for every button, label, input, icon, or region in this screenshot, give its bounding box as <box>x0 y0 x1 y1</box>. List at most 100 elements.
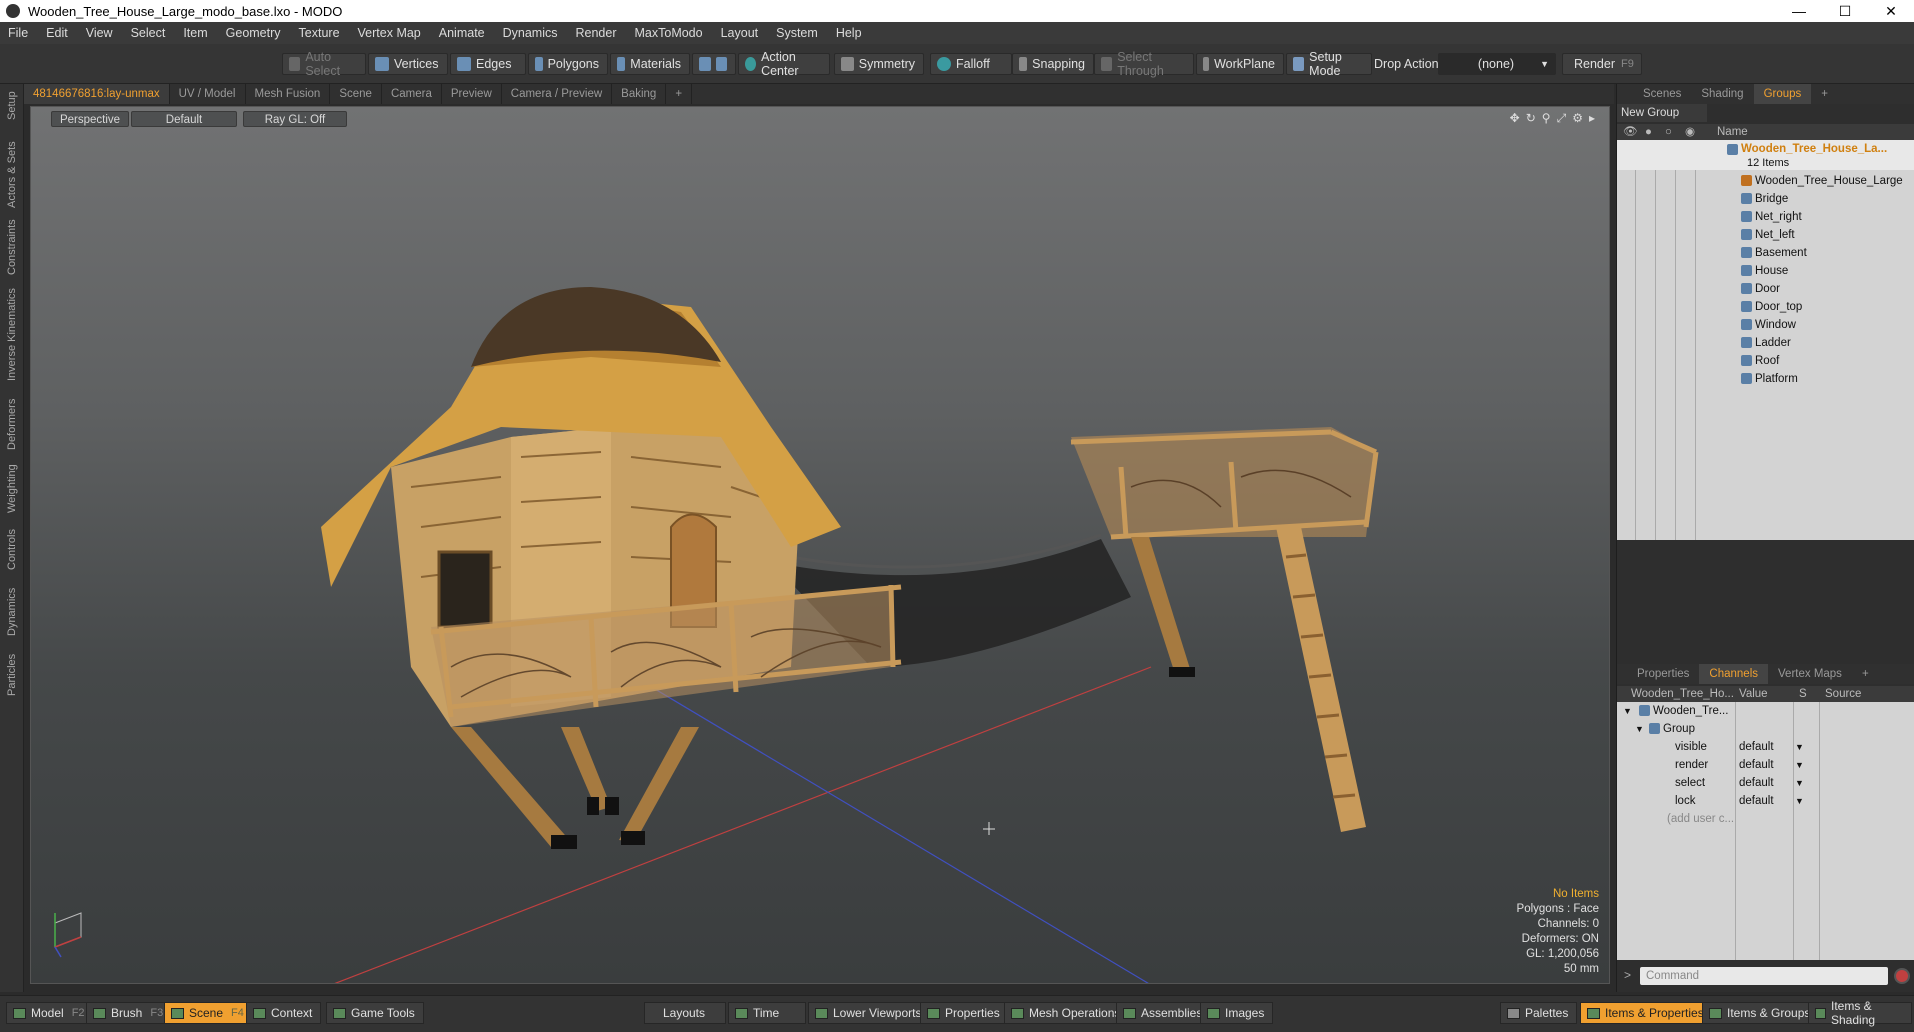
tree-item[interactable]: Bridge <box>1617 190 1914 208</box>
menu-texture[interactable]: Texture <box>299 26 340 40</box>
game-tools-button[interactable]: Game Tools <box>326 1002 424 1024</box>
scene-button[interactable]: Scene F4 <box>164 1002 253 1024</box>
tree-item[interactable]: Wooden_Tree_House_Large <box>1617 172 1914 190</box>
channel-row[interactable]: render default ▼ <box>1617 756 1914 774</box>
tab-scene[interactable]: Scene <box>330 84 382 104</box>
menu-system[interactable]: System <box>776 26 818 40</box>
tree-item[interactable]: Net_right <box>1617 208 1914 226</box>
model-button[interactable]: Model F2 <box>6 1002 94 1024</box>
menu-dynamics[interactable]: Dynamics <box>503 26 558 40</box>
symmetry-button[interactable]: Symmetry <box>834 53 924 75</box>
add-prop-tab[interactable]: + <box>1852 664 1879 684</box>
tab-actors-sets[interactable]: Actors & Sets <box>2 140 22 210</box>
menu-maxtomodo[interactable]: MaxToModo <box>635 26 703 40</box>
mesh-operations-button[interactable]: Mesh Operations <box>1004 1002 1130 1024</box>
chevron-down-icon[interactable]: ▼ <box>1795 792 1804 810</box>
assemblies-button[interactable]: Assemblies <box>1116 1002 1212 1024</box>
menu-render[interactable]: Render <box>576 26 617 40</box>
tab-baking[interactable]: Baking <box>612 84 667 104</box>
tab-dynamics[interactable]: Dynamics <box>2 582 22 642</box>
tree-item[interactable]: Door <box>1617 280 1914 298</box>
tab-properties[interactable]: Properties <box>1627 664 1699 684</box>
tab-inverse-kinematics[interactable]: Inverse Kinematics <box>2 282 22 388</box>
tab-controls[interactable]: Controls <box>2 522 22 578</box>
items-shading-button[interactable]: Items & Shading <box>1808 999 1912 1027</box>
channel-row[interactable]: lock default ▼ <box>1617 792 1914 810</box>
channel-group-row[interactable]: ▼ Group <box>1617 720 1914 738</box>
chevron-down-icon[interactable]: ▼ <box>1795 738 1804 756</box>
tab-mesh-fusion[interactable]: Mesh Fusion <box>246 84 331 104</box>
palettes-button[interactable]: Palettes <box>1500 1002 1578 1024</box>
setup-mode-button[interactable]: Setup Mode <box>1286 50 1372 78</box>
close-button[interactable]: ✕ <box>1868 3 1914 20</box>
context-button[interactable]: Context <box>246 1002 322 1024</box>
tab-weighting[interactable]: Weighting <box>2 458 22 520</box>
vertices-button[interactable]: Vertices <box>368 53 448 75</box>
images-button[interactable]: Images <box>1200 1002 1274 1024</box>
falloff-button[interactable]: Falloff <box>930 53 1012 75</box>
items-properties-button[interactable]: Items & Properties <box>1580 1002 1713 1024</box>
tab-camera-preview[interactable]: Camera / Preview <box>502 84 613 104</box>
menu-animate[interactable]: Animate <box>439 26 485 40</box>
lower-viewports-button[interactable]: Lower Viewports <box>808 1002 931 1024</box>
render-button[interactable]: Render F9 <box>1562 53 1642 75</box>
channel-row[interactable]: visible default ▼ <box>1617 738 1914 756</box>
tab-particles[interactable]: Particles <box>2 646 22 704</box>
snapping-button[interactable]: Snapping <box>1012 53 1094 75</box>
maximize-button[interactable]: ☐ <box>1822 3 1868 20</box>
tab-uv-model[interactable]: UV / Model <box>170 84 246 104</box>
tab-shading[interactable]: Shading <box>1691 84 1753 104</box>
layouts-button[interactable]: Layouts <box>644 1002 726 1024</box>
tree-item[interactable]: House <box>1617 262 1914 280</box>
minimize-button[interactable]: — <box>1776 3 1822 20</box>
tab-camera[interactable]: Camera <box>382 84 442 104</box>
new-group-button[interactable]: New Group <box>1617 104 1707 122</box>
menu-layout[interactable]: Layout <box>721 26 759 40</box>
group-root[interactable]: Wooden_Tree_House_La... 12 Items <box>1617 140 1914 170</box>
element-mode-button[interactable] <box>692 53 736 75</box>
tree-item[interactable]: Door_top <box>1617 298 1914 316</box>
polygons-button[interactable]: Polygons <box>528 53 608 75</box>
tab-scenes[interactable]: Scenes <box>1633 84 1691 104</box>
tree-item[interactable]: Net_left <box>1617 226 1914 244</box>
channel-item-row[interactable]: ▼ Wooden_Tre... <box>1617 702 1914 720</box>
time-button[interactable]: Time <box>728 1002 806 1024</box>
edges-button[interactable]: Edges <box>450 53 526 75</box>
tree-item[interactable]: Roof <box>1617 352 1914 370</box>
tree-item[interactable]: Window <box>1617 316 1914 334</box>
action-center-button[interactable]: Action Center <box>738 50 830 78</box>
tab-deformers[interactable]: Deformers <box>2 394 22 454</box>
channel-row[interactable]: select default ▼ <box>1617 774 1914 792</box>
tab-preview[interactable]: Preview <box>442 84 502 104</box>
menu-edit[interactable]: Edit <box>46 26 68 40</box>
menu-geometry[interactable]: Geometry <box>226 26 281 40</box>
tree-item[interactable]: Basement <box>1617 244 1914 262</box>
materials-button[interactable]: Materials <box>610 53 690 75</box>
tab-vertex-maps[interactable]: Vertex Maps <box>1768 664 1852 684</box>
drop-action-select[interactable]: (none) ▼ <box>1438 53 1556 75</box>
tab-constraints[interactable]: Constraints <box>2 214 22 280</box>
add-scene-tab[interactable]: + <box>1811 84 1838 104</box>
tab-lay-unmax[interactable]: 48146676816:lay-unmax <box>24 84 170 104</box>
add-user-channel[interactable]: (add user c... <box>1617 810 1914 828</box>
chevron-down-icon[interactable]: ▼ <box>1795 756 1804 774</box>
workplane-button[interactable]: WorkPlane <box>1196 53 1284 75</box>
tree-item[interactable]: Ladder <box>1617 334 1914 352</box>
tab-groups[interactable]: Groups <box>1753 84 1812 104</box>
menu-help[interactable]: Help <box>836 26 862 40</box>
add-tab-button[interactable]: + <box>666 84 693 104</box>
record-icon[interactable] <box>1894 968 1910 984</box>
tab-setup[interactable]: Setup <box>2 88 22 124</box>
3d-viewport[interactable]: Perspective Default Ray GL: Off ✥ ↻ ⚲ ⤢ … <box>30 106 1610 984</box>
menu-select[interactable]: Select <box>131 26 166 40</box>
chevron-down-icon[interactable]: ▼ <box>1795 774 1804 792</box>
items-groups-button[interactable]: Items & Groups <box>1702 1002 1820 1024</box>
menu-file[interactable]: File <box>8 26 28 40</box>
command-input[interactable]: Command <box>1640 967 1888 985</box>
tree-item[interactable]: Platform <box>1617 370 1914 388</box>
properties-button[interactable]: Properties <box>920 1002 1009 1024</box>
brush-button[interactable]: Brush F3 <box>86 1002 173 1024</box>
menu-view[interactable]: View <box>86 26 113 40</box>
select-through-button[interactable]: Select Through <box>1094 50 1194 78</box>
menu-item[interactable]: Item <box>183 26 207 40</box>
